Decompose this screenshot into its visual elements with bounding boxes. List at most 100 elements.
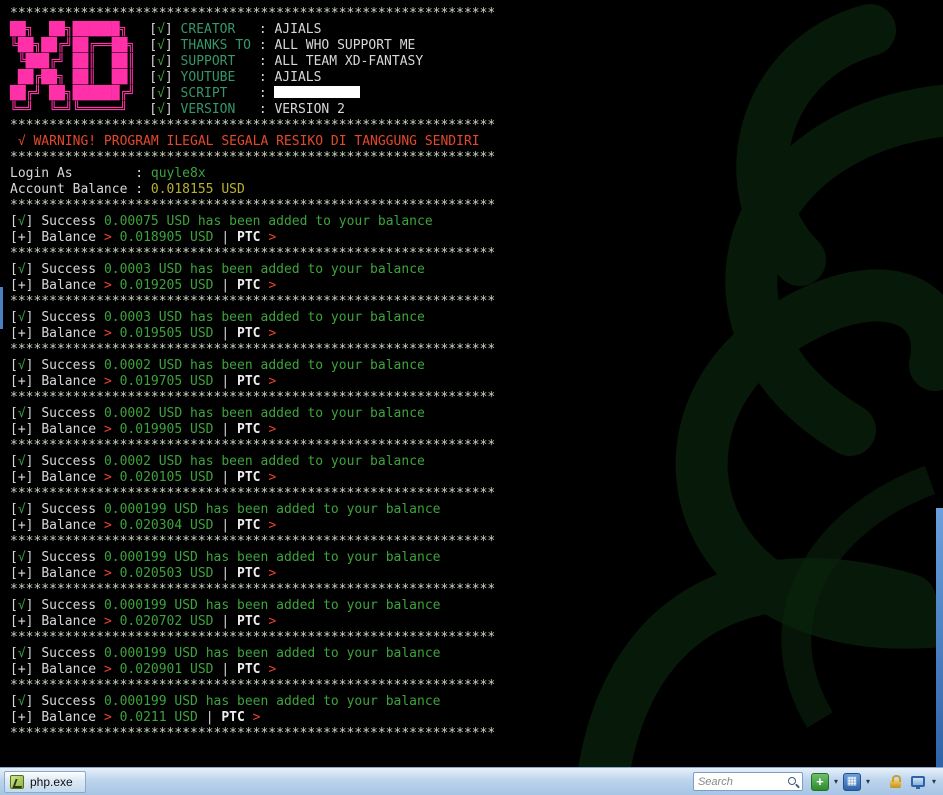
success-line: [√] Success 0.000199 USD has been added … xyxy=(10,598,943,614)
plus-sign: + xyxy=(18,374,26,389)
check-icon: √ xyxy=(157,38,165,53)
search-box xyxy=(693,772,803,791)
plus-sign: + xyxy=(18,662,26,677)
separator-line: ****************************************… xyxy=(10,6,943,22)
dropdown-caret[interactable]: ▾ xyxy=(931,774,937,790)
success-line: [√] Success 0.000199 USD has been added … xyxy=(10,694,943,710)
bracket: ] xyxy=(26,262,34,277)
monitor-button[interactable] xyxy=(909,773,927,791)
balance-line: [+] Balance > 0.019905 USD | PTC > xyxy=(10,422,943,438)
bracket: [ xyxy=(10,470,18,485)
check-icon: √ xyxy=(157,102,165,117)
separator-line: ****************************************… xyxy=(10,726,943,742)
bracket: ] xyxy=(26,230,34,245)
bracket: [ xyxy=(10,358,18,373)
pipe: | xyxy=(221,518,229,533)
info-line-support: [√] SUPPORT: ALL TEAM XD-FANTASY xyxy=(149,54,423,70)
arrow: > xyxy=(268,230,276,245)
balance-word: Balance xyxy=(41,278,96,293)
lock-button[interactable] xyxy=(887,773,905,791)
bracket: [ xyxy=(10,518,18,533)
separator-line: ****************************************… xyxy=(10,246,943,262)
search-input[interactable] xyxy=(698,776,786,788)
desktop-screen: ****************************************… xyxy=(0,0,943,795)
plus-icon: + xyxy=(816,775,824,788)
balance-word: Balance xyxy=(41,710,96,725)
success-text: has been added to your balance xyxy=(206,502,441,517)
arrow: > xyxy=(268,422,276,437)
info-panel: [√] CREATOR: AJIALS [√] THANKS TO: ALL W… xyxy=(149,22,423,118)
balance-amount: 0.019705 USD xyxy=(120,374,214,389)
arrow: > xyxy=(268,278,276,293)
taskbar-toolbar: + ▾ ▦ ▾ ▾ xyxy=(693,772,937,791)
dropdown-caret[interactable]: ▾ xyxy=(865,774,871,790)
balance-line: [+] Balance > 0.020901 USD | PTC > xyxy=(10,662,943,678)
added-amount: 0.0002 USD xyxy=(104,358,182,373)
bracket: [ xyxy=(10,646,18,661)
info-line-script: [√] SCRIPT: xyxy=(149,86,423,102)
info-label: CREATOR xyxy=(181,22,259,38)
taskbar: php.exe + ▾ ▦ ▾ ▾ xyxy=(0,767,943,795)
plus-sign: + xyxy=(18,614,26,629)
arrow: > xyxy=(268,614,276,629)
bracket: [ xyxy=(10,694,18,709)
success-word: Success xyxy=(41,694,96,709)
success-text: has been added to your balance xyxy=(190,454,425,469)
bracket: ] xyxy=(26,694,34,709)
separator-line: ****************************************… xyxy=(10,438,943,454)
bracket: [ xyxy=(149,70,157,85)
bracket: [ xyxy=(10,214,18,229)
add-button[interactable]: + xyxy=(811,773,829,791)
success-word: Success xyxy=(41,310,96,325)
bracket: [ xyxy=(10,262,18,277)
bracket: ] xyxy=(165,54,173,69)
search-icon[interactable] xyxy=(786,775,800,789)
bracket: ] xyxy=(26,502,34,517)
bracket: [ xyxy=(10,278,18,293)
check-icon: √ xyxy=(157,70,165,85)
bracket: [ xyxy=(10,374,18,389)
login-label: Login As xyxy=(10,166,135,182)
bracket: ] xyxy=(26,406,34,421)
account-balance-label: Account Balance xyxy=(10,182,135,198)
desktop-edge-sliver xyxy=(0,287,3,329)
check-icon: √ xyxy=(18,454,26,469)
bracket: ] xyxy=(26,598,34,613)
plus-sign: + xyxy=(18,278,26,293)
balance-amount: 0.020702 USD xyxy=(120,614,214,629)
arrow: > xyxy=(253,710,261,725)
ptc-label: PTC xyxy=(237,230,260,245)
bracket: [ xyxy=(10,326,18,341)
check-icon: √ xyxy=(18,262,26,277)
success-word: Success xyxy=(41,406,96,421)
bracket: ] xyxy=(26,310,34,325)
taskbar-php-button[interactable]: php.exe xyxy=(4,771,86,793)
balance-amount: 0.0211 USD xyxy=(120,710,198,725)
arrow: > xyxy=(104,470,112,485)
success-line: [√] Success 0.0002 USD has been added to… xyxy=(10,358,943,374)
bracket: [ xyxy=(10,566,18,581)
success-text: has been added to your balance xyxy=(206,598,441,613)
success-word: Success xyxy=(41,358,96,373)
bracket: ] xyxy=(26,550,34,565)
pipe: | xyxy=(206,710,214,725)
dropdown-caret[interactable]: ▾ xyxy=(833,774,839,790)
balance-word: Balance xyxy=(41,230,96,245)
ptc-label: PTC xyxy=(237,470,260,485)
arrow: > xyxy=(268,518,276,533)
pipe: | xyxy=(221,422,229,437)
colon: : xyxy=(135,182,143,197)
bracket: ] xyxy=(26,646,34,661)
check-icon: √ xyxy=(18,550,26,565)
pipe: | xyxy=(221,662,229,677)
bracket: ] xyxy=(26,662,34,677)
ptc-label: PTC xyxy=(237,614,260,629)
ptc-label: PTC xyxy=(221,710,244,725)
balance-word: Balance xyxy=(41,566,96,581)
success-line: [√] Success 0.0002 USD has been added to… xyxy=(10,454,943,470)
layout-button[interactable]: ▦ xyxy=(843,773,861,791)
plus-sign: + xyxy=(18,422,26,437)
balance-line: [+] Balance > 0.020304 USD | PTC > xyxy=(10,518,943,534)
plus-sign: + xyxy=(18,710,26,725)
added-amount: 0.000199 USD xyxy=(104,598,198,613)
